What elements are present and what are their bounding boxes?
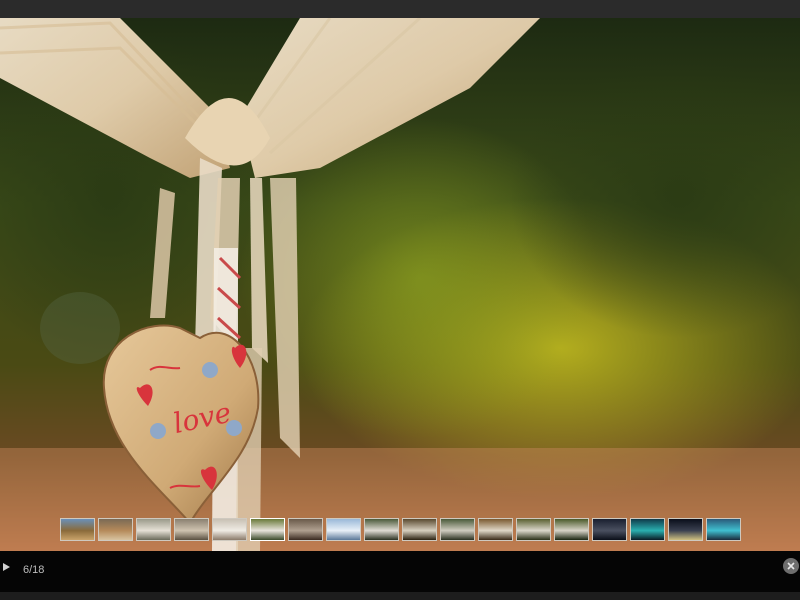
- thumbnail-18[interactable]: [706, 518, 741, 541]
- thumbnail-12[interactable]: [478, 518, 513, 541]
- thumbnail-15[interactable]: [592, 518, 627, 541]
- thumbnail-1[interactable]: [60, 518, 95, 541]
- thumbnail-filmstrip: [60, 518, 741, 542]
- viewer-footer-strip: [0, 592, 800, 600]
- thumbnail-2[interactable]: [98, 518, 133, 541]
- thumbnail-9[interactable]: [364, 518, 399, 541]
- main-photo[interactable]: love: [0, 18, 800, 551]
- thumbnail-16[interactable]: [630, 518, 665, 541]
- thumbnail-14[interactable]: [554, 518, 589, 541]
- play-button[interactable]: [2, 562, 12, 572]
- thumbnail-8[interactable]: [326, 518, 361, 541]
- thumbnail-7[interactable]: [288, 518, 323, 541]
- close-icon: [787, 562, 795, 570]
- thumbnail-11[interactable]: [440, 518, 475, 541]
- thumbnail-3[interactable]: [136, 518, 171, 541]
- thumbnail-13[interactable]: [516, 518, 551, 541]
- viewer-top-bar: [0, 0, 800, 18]
- thumbnail-4[interactable]: [174, 518, 209, 541]
- thumbnail-6[interactable]: [250, 518, 285, 541]
- close-button[interactable]: [783, 558, 799, 574]
- viewer-bottom-bar: 6/18: [0, 551, 800, 592]
- image-counter: 6/18: [23, 564, 45, 576]
- photo-artwork: love: [0, 18, 800, 551]
- thumbnail-5[interactable]: [212, 518, 247, 541]
- thumbnail-17[interactable]: [668, 518, 703, 541]
- thumbnail-10[interactable]: [402, 518, 437, 541]
- play-icon: [3, 563, 10, 571]
